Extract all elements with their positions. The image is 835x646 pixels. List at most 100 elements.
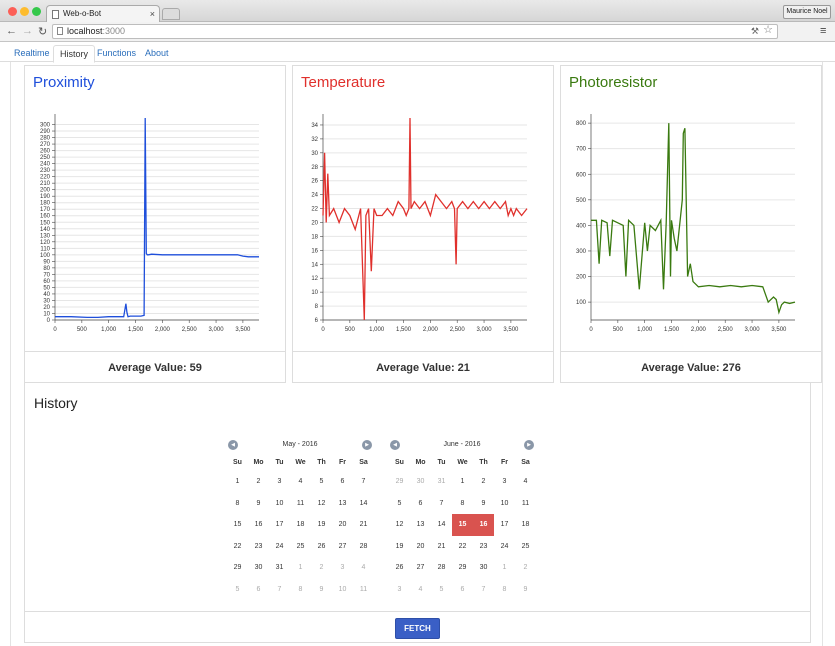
- back-icon[interactable]: ←: [6, 25, 17, 37]
- close-tab-icon[interactable]: ×: [150, 6, 155, 22]
- calendar-day[interactable]: 11: [290, 493, 311, 515]
- calendar-day[interactable]: 19: [389, 536, 410, 558]
- calendar-day[interactable]: 8: [452, 493, 473, 515]
- calendar-day[interactable]: 6: [248, 579, 269, 601]
- calendar-day[interactable]: 4: [515, 471, 536, 493]
- calendar-day[interactable]: 31: [269, 557, 290, 579]
- calendar-day[interactable]: 5: [311, 471, 332, 493]
- calendar-day[interactable]: 3: [494, 471, 515, 493]
- calendar-day[interactable]: 15: [227, 514, 248, 536]
- calendar-day[interactable]: 21: [431, 536, 452, 558]
- calendar-day[interactable]: 20: [332, 514, 353, 536]
- calendar-day[interactable]: 7: [269, 579, 290, 601]
- reload-icon[interactable]: ↻: [38, 25, 47, 38]
- calendar-day[interactable]: 9: [515, 579, 536, 601]
- calendar-day[interactable]: 26: [311, 536, 332, 558]
- calendar-day[interactable]: 31: [431, 471, 452, 493]
- calendar-day[interactable]: 1: [452, 471, 473, 493]
- calendar-day[interactable]: 2: [311, 557, 332, 579]
- calendar-day[interactable]: 18: [515, 514, 536, 536]
- calendar-day[interactable]: 8: [290, 579, 311, 601]
- tab-functions[interactable]: Functions: [91, 45, 142, 63]
- chevron-right-icon[interactable]: ▶: [362, 440, 372, 450]
- calendar-day[interactable]: 5: [389, 493, 410, 515]
- calendar-day[interactable]: 21: [353, 514, 374, 536]
- calendar-day[interactable]: 10: [332, 579, 353, 601]
- calendar-day[interactable]: 14: [353, 493, 374, 515]
- calendar-day[interactable]: 23: [248, 536, 269, 558]
- calendar-day[interactable]: 3: [389, 579, 410, 601]
- calendar-day[interactable]: 12: [311, 493, 332, 515]
- calendar-day[interactable]: 16: [248, 514, 269, 536]
- calendar-day[interactable]: 30: [410, 471, 431, 493]
- calendar-day[interactable]: 4: [290, 471, 311, 493]
- bookmark-star-icon[interactable]: ☆: [763, 24, 773, 37]
- calendar-day[interactable]: 25: [515, 536, 536, 558]
- calendar-day[interactable]: 8: [227, 493, 248, 515]
- calendar-day[interactable]: 17: [269, 514, 290, 536]
- calendar-day[interactable]: 4: [353, 557, 374, 579]
- calendar-day[interactable]: 25: [290, 536, 311, 558]
- calendar-day[interactable]: 30: [473, 557, 494, 579]
- calendar-day[interactable]: 4: [410, 579, 431, 601]
- chevron-left-icon[interactable]: ◀: [390, 440, 400, 450]
- tab-realtime[interactable]: Realtime: [8, 45, 56, 63]
- browser-tab[interactable]: Web-o-Bot ×: [46, 5, 160, 22]
- calendar-day[interactable]: 11: [353, 579, 374, 601]
- calendar-day[interactable]: 9: [473, 493, 494, 515]
- minimize-window-icon[interactable]: [20, 7, 29, 16]
- close-window-icon[interactable]: [8, 7, 17, 16]
- calendar-day[interactable]: 27: [410, 557, 431, 579]
- calendar-day[interactable]: 30: [248, 557, 269, 579]
- calendar-day[interactable]: 1: [290, 557, 311, 579]
- calendar-day[interactable]: 10: [494, 493, 515, 515]
- calendar-day[interactable]: 29: [452, 557, 473, 579]
- calendar-day[interactable]: 7: [473, 579, 494, 601]
- calendar-day[interactable]: 8: [494, 579, 515, 601]
- calendar-day[interactable]: 12: [389, 514, 410, 536]
- calendar-day[interactable]: 6: [410, 493, 431, 515]
- calendar-day[interactable]: 20: [410, 536, 431, 558]
- calendar-day[interactable]: 9: [311, 579, 332, 601]
- maximize-window-icon[interactable]: [32, 7, 41, 16]
- forward-icon[interactable]: →: [22, 25, 33, 37]
- calendar-day[interactable]: 23: [473, 536, 494, 558]
- calendar-day[interactable]: 19: [311, 514, 332, 536]
- calendar-day[interactable]: 6: [452, 579, 473, 601]
- calendar-day[interactable]: 2: [473, 471, 494, 493]
- calendar-day[interactable]: 22: [452, 536, 473, 558]
- calendar-day[interactable]: 22: [227, 536, 248, 558]
- tab-history[interactable]: History: [53, 45, 96, 63]
- calendar-day[interactable]: 1: [227, 471, 248, 493]
- calendar-day[interactable]: 3: [332, 557, 353, 579]
- calendar-day[interactable]: 26: [389, 557, 410, 579]
- calendar-day[interactable]: 6: [332, 471, 353, 493]
- calendar-day-selected[interactable]: 16: [473, 514, 494, 536]
- calendar-day[interactable]: 10: [269, 493, 290, 515]
- calendar-day[interactable]: 13: [332, 493, 353, 515]
- calendar-day[interactable]: 18: [290, 514, 311, 536]
- calendar-day[interactable]: 29: [227, 557, 248, 579]
- address-bar[interactable]: localhost:3000 ⚒ ☆: [52, 24, 778, 39]
- profile-button[interactable]: Maurice Noel: [783, 5, 831, 19]
- calendar-day[interactable]: 5: [431, 579, 452, 601]
- calendar-day[interactable]: 1: [494, 557, 515, 579]
- calendar-day[interactable]: 27: [332, 536, 353, 558]
- calendar-day[interactable]: 7: [353, 471, 374, 493]
- calendar-day[interactable]: 29: [389, 471, 410, 493]
- calendar-day[interactable]: 14: [431, 514, 452, 536]
- calendar-day[interactable]: 9: [248, 493, 269, 515]
- tools-icon[interactable]: ⚒: [751, 25, 759, 38]
- chevron-right-icon[interactable]: ▶: [524, 440, 534, 450]
- calendar-day[interactable]: 28: [431, 557, 452, 579]
- chevron-left-icon[interactable]: ◀: [228, 440, 238, 450]
- calendar-day[interactable]: 7: [431, 493, 452, 515]
- calendar-day[interactable]: 28: [353, 536, 374, 558]
- calendar-day[interactable]: 2: [515, 557, 536, 579]
- calendar-day[interactable]: 2: [248, 471, 269, 493]
- fetch-button[interactable]: FETCH: [395, 618, 440, 639]
- calendar-day[interactable]: 17: [494, 514, 515, 536]
- calendar-day-selected[interactable]: 15: [452, 514, 473, 536]
- calendar-day[interactable]: 3: [269, 471, 290, 493]
- calendar-day[interactable]: 11: [515, 493, 536, 515]
